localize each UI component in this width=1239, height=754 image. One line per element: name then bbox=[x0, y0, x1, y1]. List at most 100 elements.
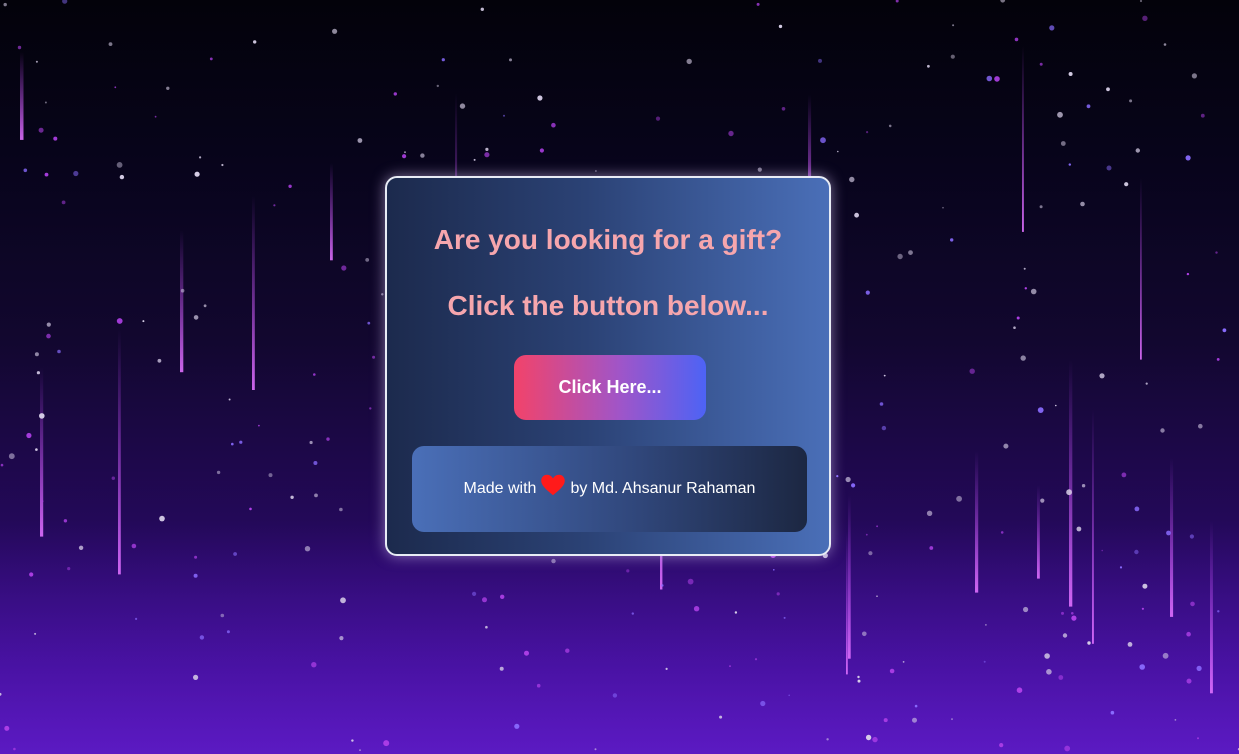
star bbox=[1086, 104, 1091, 109]
star bbox=[536, 683, 541, 688]
star bbox=[26, 432, 32, 439]
star bbox=[1160, 428, 1165, 433]
star bbox=[1023, 267, 1026, 270]
star bbox=[1186, 272, 1190, 276]
star bbox=[594, 748, 597, 751]
footer-prefix: Made with bbox=[463, 480, 537, 497]
star bbox=[1124, 182, 1129, 187]
star bbox=[194, 171, 200, 177]
star bbox=[514, 723, 520, 729]
star bbox=[845, 476, 851, 483]
star bbox=[485, 625, 488, 629]
star bbox=[288, 184, 292, 188]
star bbox=[193, 315, 199, 320]
click-here-button[interactable]: Click Here... bbox=[514, 355, 706, 420]
star bbox=[1071, 615, 1077, 621]
gift-card: Are you looking for a gift? Click the bu… bbox=[385, 176, 831, 556]
star bbox=[116, 318, 123, 324]
star bbox=[851, 483, 856, 488]
star bbox=[969, 368, 975, 374]
star bbox=[1127, 642, 1133, 647]
star bbox=[359, 749, 361, 751]
star bbox=[4, 725, 10, 731]
star bbox=[1110, 710, 1115, 715]
star bbox=[889, 668, 895, 674]
star bbox=[778, 24, 783, 29]
star bbox=[862, 631, 867, 637]
star bbox=[459, 103, 466, 109]
star bbox=[1055, 404, 1057, 407]
star bbox=[41, 500, 44, 502]
star bbox=[865, 290, 870, 295]
star bbox=[131, 543, 137, 549]
star bbox=[1023, 606, 1029, 613]
star bbox=[626, 569, 630, 573]
star bbox=[551, 122, 556, 128]
star bbox=[1186, 678, 1192, 684]
star bbox=[1030, 288, 1037, 295]
star bbox=[472, 591, 477, 597]
star bbox=[826, 738, 829, 741]
star bbox=[46, 333, 51, 339]
star bbox=[876, 595, 878, 597]
star bbox=[135, 617, 138, 621]
star bbox=[888, 124, 892, 128]
star bbox=[1046, 669, 1052, 675]
star bbox=[1185, 155, 1191, 161]
star bbox=[402, 154, 407, 159]
star bbox=[820, 137, 826, 144]
star bbox=[220, 613, 225, 618]
star bbox=[950, 238, 954, 242]
star bbox=[1197, 737, 1199, 740]
star bbox=[1003, 443, 1009, 449]
star bbox=[927, 64, 930, 68]
star bbox=[539, 148, 545, 153]
star bbox=[404, 151, 406, 154]
star bbox=[228, 398, 231, 401]
star bbox=[1020, 355, 1026, 361]
star bbox=[1061, 611, 1064, 615]
star bbox=[631, 612, 634, 615]
heart-icon bbox=[541, 474, 566, 496]
star bbox=[999, 743, 1004, 748]
star bbox=[926, 510, 933, 516]
star bbox=[194, 555, 198, 559]
star bbox=[994, 76, 1000, 82]
star bbox=[73, 170, 79, 177]
star bbox=[8, 453, 15, 460]
star bbox=[341, 265, 347, 271]
star bbox=[655, 116, 661, 121]
star bbox=[1139, 0, 1143, 3]
star bbox=[665, 667, 668, 671]
star bbox=[1162, 652, 1169, 659]
star bbox=[154, 115, 157, 118]
star bbox=[895, 0, 899, 3]
star bbox=[1066, 489, 1072, 496]
star bbox=[1081, 484, 1086, 488]
star bbox=[788, 694, 790, 697]
star bbox=[38, 127, 44, 133]
star bbox=[857, 679, 861, 683]
star bbox=[239, 440, 243, 444]
star bbox=[719, 715, 723, 719]
star bbox=[1139, 664, 1145, 670]
star bbox=[1216, 358, 1220, 361]
star bbox=[1222, 328, 1227, 333]
star bbox=[1189, 534, 1194, 539]
star bbox=[309, 440, 313, 445]
star bbox=[326, 437, 330, 441]
star bbox=[983, 660, 986, 663]
star bbox=[1135, 148, 1141, 153]
star bbox=[734, 611, 738, 614]
star bbox=[1049, 25, 1055, 31]
star bbox=[565, 648, 570, 653]
star bbox=[942, 206, 944, 209]
star bbox=[985, 624, 987, 626]
star bbox=[111, 476, 116, 480]
star bbox=[39, 413, 45, 419]
star bbox=[216, 470, 221, 475]
star bbox=[62, 0, 68, 4]
star bbox=[986, 75, 993, 82]
star bbox=[908, 250, 913, 256]
star bbox=[1068, 163, 1072, 166]
